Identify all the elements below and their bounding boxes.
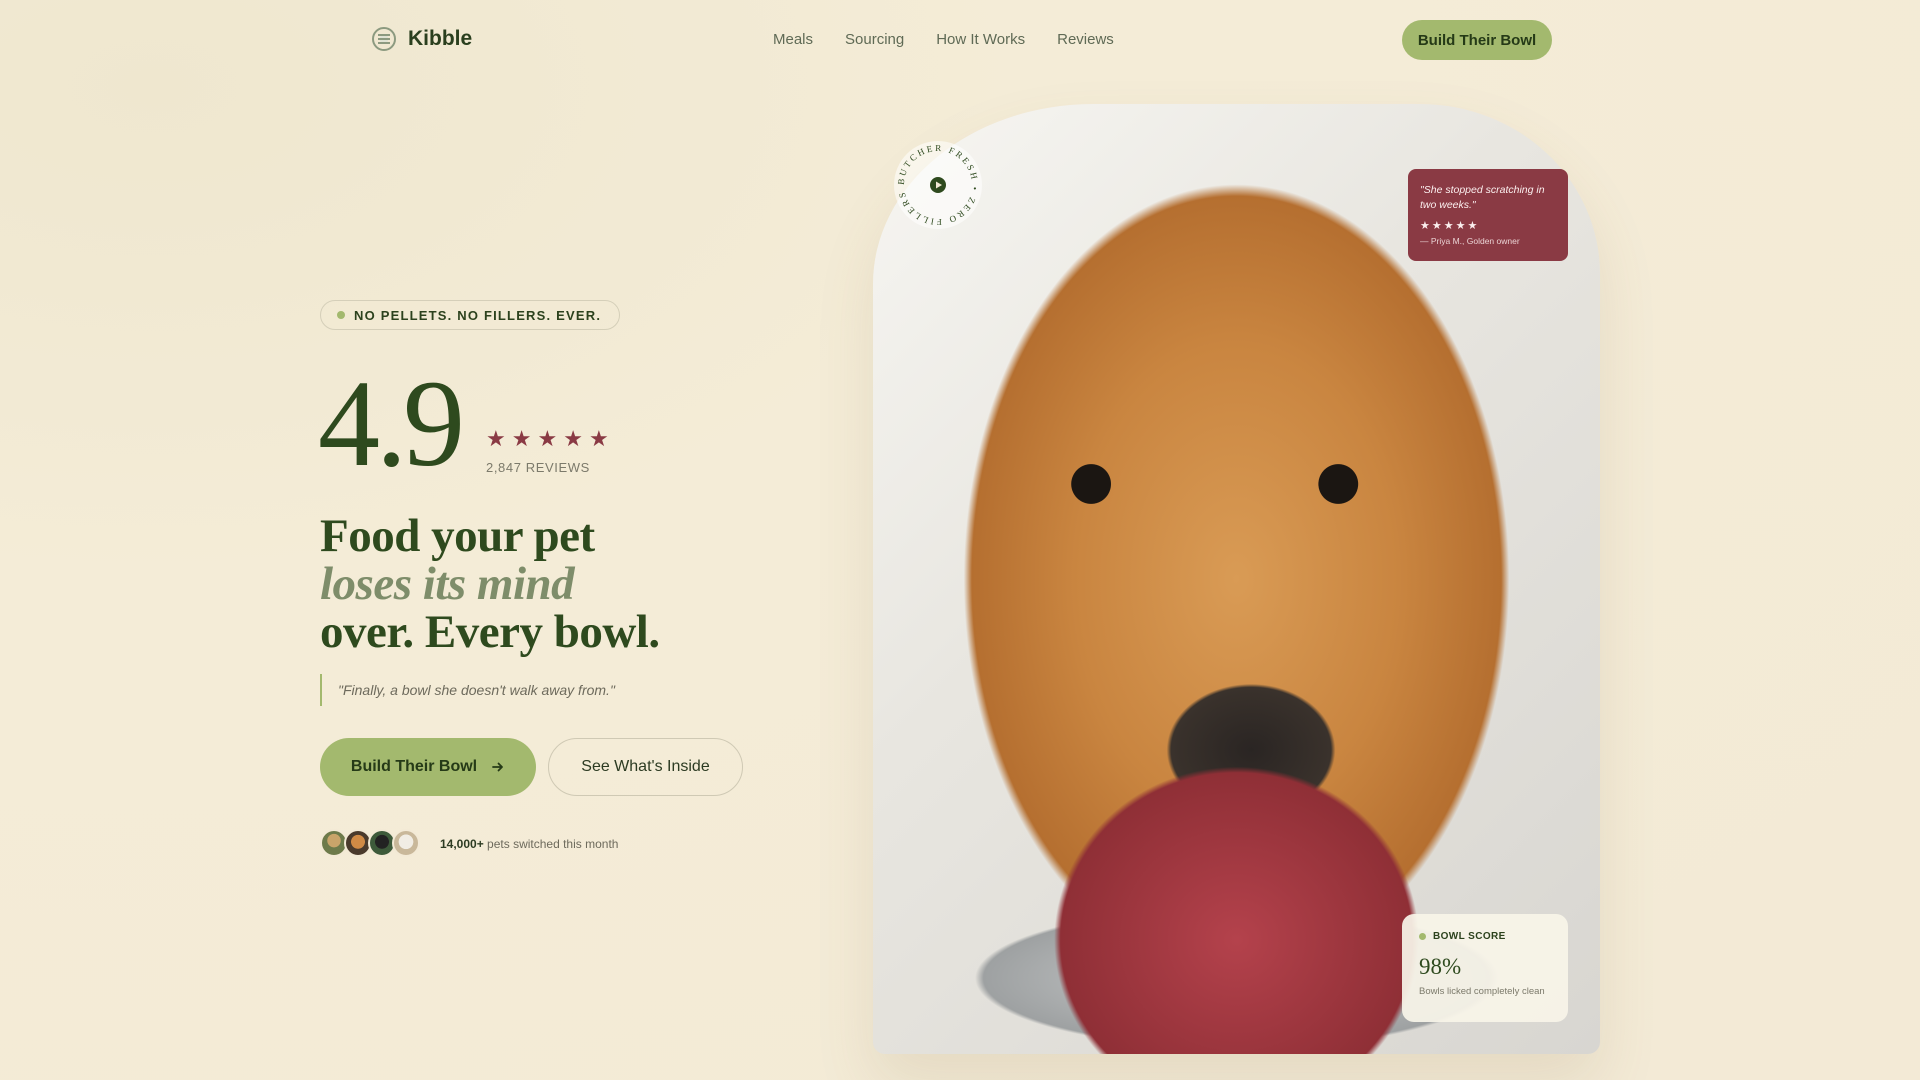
arrow-right-icon xyxy=(492,762,504,772)
nav-build-bowl-button[interactable]: Build Their Bowl xyxy=(1402,20,1552,60)
headline-line-1: Food your pet xyxy=(320,510,595,562)
see-whats-inside-button[interactable]: See What's Inside xyxy=(548,738,743,796)
nav-link-reviews[interactable]: Reviews xyxy=(1057,31,1114,48)
star-icon: ★ xyxy=(563,426,583,451)
score-description: Bowls licked completely clean xyxy=(1419,986,1545,997)
score-value: 98% xyxy=(1419,954,1462,979)
customer-quote: "Finally, a bowl she doesn't walk away f… xyxy=(320,674,615,706)
switched-count: 14,000+ xyxy=(440,837,484,851)
rating-stars: ★ ★ ★ ★ ★ xyxy=(486,428,609,450)
brand-logo[interactable]: Kibble xyxy=(372,27,472,51)
avatar-group xyxy=(320,829,420,857)
review-count: 2,847 REVIEWS xyxy=(486,460,590,475)
review-stars: ★★★★★ xyxy=(1420,220,1480,232)
headline-line-3: over. Every bowl. xyxy=(320,606,660,658)
kibble-logo-icon xyxy=(372,27,396,51)
build-bowl-label: Build Their Bowl xyxy=(350,758,478,775)
star-icon: ★ xyxy=(486,426,506,451)
review-quote: "She stopped scratching in two weeks." xyxy=(1420,184,1545,211)
butcher-fresh-badge: BUTCHER FRESH • ZERO FILLERS • xyxy=(893,140,982,229)
score-label: BOWL SCORE xyxy=(1433,931,1506,942)
avatar xyxy=(392,829,420,857)
bowl-score-card: BOWL SCORE 98% Bowls licked completely c… xyxy=(1402,914,1568,1022)
nav-link-meals[interactable]: Meals xyxy=(773,31,813,48)
build-bowl-button[interactable]: Build Their Bowl xyxy=(320,738,536,796)
pill-dot xyxy=(337,311,345,319)
hero-headline: Food your pet loses its mind over. Every… xyxy=(320,512,660,656)
score-label-row: BOWL SCORE xyxy=(1419,931,1551,942)
star-icon: ★ xyxy=(511,426,532,451)
score-dot xyxy=(1419,933,1426,940)
review-author: — Priya M., Golden owner xyxy=(1420,236,1520,246)
star-icon: ★ xyxy=(588,426,609,451)
no-fillers-pill: NO PELLETS. NO FILLERS. EVER. xyxy=(320,300,621,330)
nav-link-sourcing[interactable]: Sourcing xyxy=(845,31,904,48)
switched-text: pets switched this month xyxy=(483,837,619,851)
nav-links: Meals Sourcing How It Works Reviews xyxy=(773,31,1114,48)
headline-line-2: loses its mind xyxy=(320,558,575,610)
star-icon: ★ xyxy=(537,426,558,451)
review-card: "She stopped scratching in two weeks." ★… xyxy=(1408,169,1568,261)
top-nav: Kibble Meals Sourcing How It Works Revie… xyxy=(0,0,1920,80)
rating-score: 4.9 xyxy=(318,355,465,492)
pill-label: NO PELLETS. NO FILLERS. EVER. xyxy=(354,307,602,323)
nav-link-how-it-works[interactable]: How It Works xyxy=(936,31,1025,48)
brand-name: Kibble xyxy=(408,27,473,50)
switched-stat: 14,000+ pets switched this month xyxy=(440,837,618,851)
